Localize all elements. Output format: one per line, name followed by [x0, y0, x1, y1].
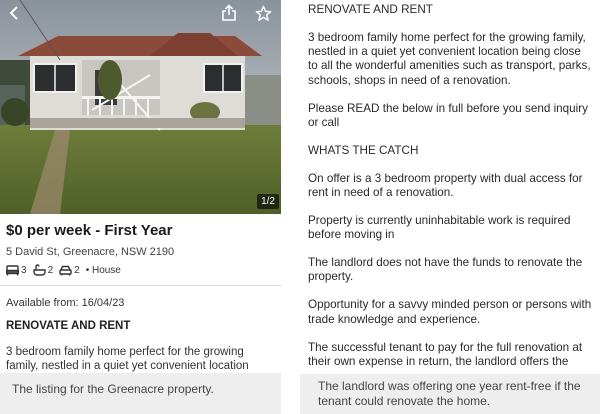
description-heading: RENOVATE AND RENT — [308, 3, 433, 16]
description-paragraph: Opportunity for a savvy minded person or… — [308, 298, 592, 326]
listing-heading: RENOVATE AND RENT — [6, 320, 131, 332]
parking-count: 2 — [74, 264, 80, 276]
image-counter: 1/2 — [257, 194, 279, 209]
listing-description-preview: 3 bedroom family home perfect for the gr… — [6, 346, 249, 372]
description-paragraph: 3 bedroom family home perfect for the gr… — [308, 31, 591, 87]
bathrooms-feature: 2 — [32, 264, 54, 276]
description-text: RENOVATE AND RENT 3 bedroom family home … — [308, 3, 593, 383]
description-paragraph: On offer is a 3 bedroom property with du… — [308, 171, 583, 200]
description-paragraph: Property is currently uninhabitable work… — [308, 214, 571, 242]
description-panel: RENOVATE AND RENT 3 bedroom family home … — [300, 0, 600, 414]
bedrooms-count: 3 — [21, 264, 27, 276]
price: $0 per week - First Year — [6, 222, 173, 239]
description-paragraph: The successful tenant to pay for the ful… — [308, 340, 583, 368]
description-subheading: WHATS THE CATCH — [308, 143, 419, 157]
property-features: 3 2 2 • House — [6, 263, 127, 277]
description-paragraph: The landlord does not have the funds to … — [308, 256, 583, 284]
property-photo[interactable]: 1/2 — [0, 0, 281, 214]
description-paragraph: Please READ the below in full before you… — [308, 101, 589, 129]
parking-feature: 2 — [59, 265, 80, 276]
property-type: • House — [85, 264, 121, 276]
available-date: Available from: 16/04/23 — [6, 297, 125, 309]
bathrooms-count: 2 — [47, 264, 54, 276]
bath-icon — [32, 264, 46, 276]
car-icon — [59, 265, 72, 275]
photo-caption-right: The landlord was offering one year rent-… — [300, 374, 600, 414]
star-icon[interactable] — [253, 3, 273, 23]
listing-panel: 1/2 $0 per week - First Year 5 David St,… — [0, 0, 281, 414]
photo-caption-left: The listing for the Greenacre property. — [0, 373, 281, 414]
bed-icon — [6, 264, 19, 275]
bedrooms-feature: 3 — [6, 265, 27, 276]
section-divider — [0, 285, 281, 286]
address: 5 David St, Greenacre, NSW 2190 — [6, 246, 175, 258]
chevron-left-icon[interactable] — [4, 3, 24, 23]
share-icon[interactable] — [219, 3, 239, 23]
house-photo-illustration — [0, 0, 281, 214]
